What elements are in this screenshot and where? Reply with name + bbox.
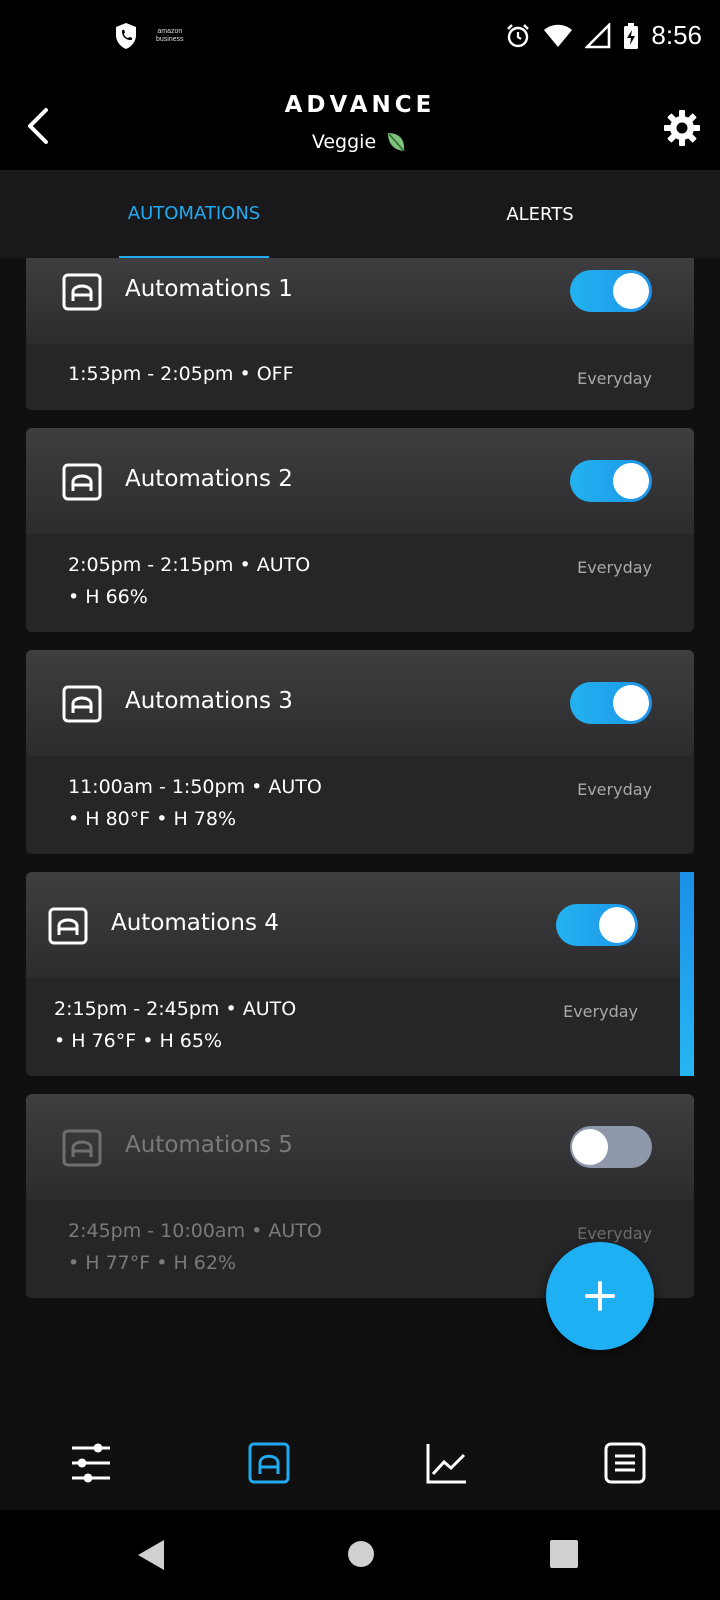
automation-card-4[interactable]: Automations 4 2:15pm - 2:45pm • AUTO • H… — [26, 872, 680, 1076]
system-recents-button[interactable] — [550, 1540, 578, 1572]
device-name: Veggie — [311, 131, 377, 153]
status-bar: amazon business 8:56 — [0, 0, 720, 80]
triangle-back-icon — [138, 1540, 164, 1570]
automation-settings: • H 76°F • H 65% — [54, 1030, 223, 1052]
automation-icon — [48, 907, 88, 945]
square-recents-icon — [550, 1540, 578, 1568]
automation-days: Everyday — [577, 780, 652, 799]
automation-name: Automations 3 — [125, 688, 293, 714]
automation-icon — [62, 463, 102, 501]
automation-name: Automations 2 — [125, 466, 293, 492]
automation-icon — [248, 1442, 290, 1484]
automation-toggle[interactable] — [570, 460, 652, 502]
chart-line-icon — [426, 1444, 466, 1484]
system-back-button[interactable] — [136, 1538, 166, 1576]
settings-button[interactable] — [662, 108, 702, 148]
tab-automations[interactable]: AUTOMATIONS — [119, 170, 269, 258]
automation-card-3[interactable]: Automations 3 11:00am - 1:50pm • AUTO • … — [26, 650, 694, 854]
automation-icon — [62, 685, 102, 723]
automation-settings: • H 77°F • H 62% — [68, 1252, 237, 1274]
leaf-icon — [388, 133, 405, 152]
automation-settings: • H 80°F • H 78% — [68, 808, 237, 830]
signal-icon — [585, 22, 611, 48]
page-title: ADVANCE — [284, 92, 436, 118]
add-automation-button[interactable] — [546, 1242, 654, 1350]
system-home-button[interactable] — [346, 1539, 376, 1573]
nav-automations[interactable] — [246, 1440, 292, 1486]
bottom-nav — [0, 1416, 720, 1510]
automation-name: Automations 1 — [125, 276, 293, 302]
automation-name: Automations 5 — [125, 1132, 293, 1158]
automation-icon — [62, 1129, 102, 1167]
automation-schedule: 2:05pm - 2:15pm • AUTO — [68, 554, 311, 576]
automation-toggle[interactable] — [570, 682, 652, 724]
automation-days: Everyday — [563, 1002, 638, 1021]
shield-phone-icon — [116, 23, 136, 49]
nav-logs[interactable] — [602, 1440, 648, 1486]
automation-schedule: 11:00am - 1:50pm • AUTO — [68, 776, 322, 798]
alarm-icon — [507, 23, 530, 47]
automation-days: Everyday — [577, 558, 652, 577]
page-subtitle: Veggie — [0, 130, 720, 154]
clock: 8:56 — [651, 20, 702, 50]
toggle-knob — [613, 463, 649, 499]
amazon-business-icon: amazon business — [156, 28, 184, 44]
swipe-action-indicator[interactable] — [680, 872, 694, 1076]
automation-schedule: 1:53pm - 2:05pm • OFF — [68, 363, 294, 385]
toggle-knob — [572, 1129, 608, 1165]
automation-schedule: 2:15pm - 2:45pm • AUTO — [54, 998, 297, 1020]
gear-icon — [664, 110, 700, 146]
app-header: ADVANCE Veggie — [0, 80, 720, 170]
automation-schedule: 2:45pm - 10:00am • AUTO — [68, 1220, 322, 1242]
automation-toggle[interactable] — [570, 270, 652, 312]
automation-name: Automations 4 — [111, 910, 279, 936]
nav-graph[interactable] — [424, 1440, 470, 1486]
automation-settings: • H 66% — [68, 586, 148, 608]
nav-controls[interactable] — [68, 1440, 114, 1486]
wifi-icon — [544, 24, 573, 47]
toggle-knob — [613, 685, 649, 721]
plus-icon — [585, 1281, 615, 1311]
amazon-line2: business — [156, 36, 184, 43]
circle-home-icon — [348, 1541, 374, 1567]
automation-card-2[interactable]: Automations 2 2:05pm - 2:15pm • AUTO • H… — [26, 428, 694, 632]
tab-bar: AUTOMATIONS ALERTS — [0, 170, 720, 258]
toggle-knob — [599, 907, 635, 943]
automation-card-1[interactable]: Automations 1 1:53pm - 2:05pm • OFF Ever… — [26, 258, 694, 410]
app-screen: amazon business 8:56 ADVANCE Veggie AUTO… — [0, 0, 720, 1600]
automation-icon — [62, 273, 102, 311]
battery-charging-icon — [624, 22, 639, 49]
automation-toggle[interactable] — [570, 1126, 652, 1168]
automation-days: Everyday — [577, 369, 652, 388]
automation-toggle[interactable] — [556, 904, 638, 946]
sliders-icon — [72, 1443, 110, 1483]
automation-days: Everyday — [577, 1224, 652, 1243]
list-icon — [604, 1442, 646, 1484]
tab-alerts[interactable]: ALERTS — [470, 170, 610, 258]
system-navigation-bar — [0, 1510, 720, 1600]
toggle-knob — [613, 273, 649, 309]
amazon-line1: amazon — [157, 28, 183, 35]
